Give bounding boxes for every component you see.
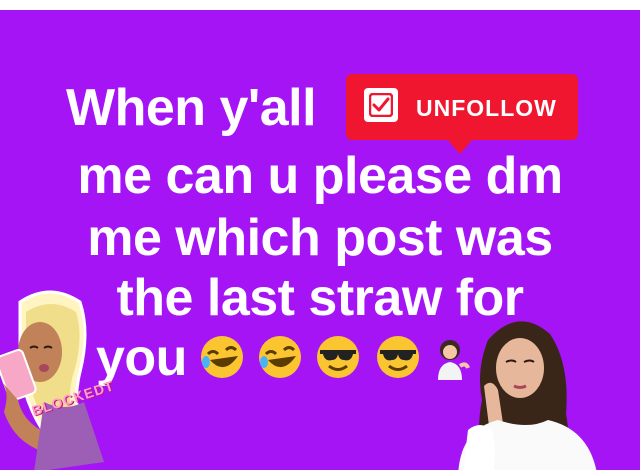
unfollow-label: UNFOLLOW bbox=[416, 95, 557, 121]
caption-line-2: me can u please dm bbox=[77, 147, 563, 205]
caption-line-1: When y'all bbox=[66, 79, 317, 137]
sunglasses-emoji-icon bbox=[317, 336, 359, 378]
sunglasses-emoji-icon bbox=[377, 336, 419, 378]
meme-canvas: When y'all UNFOLLOW me can u please dm m… bbox=[0, 10, 640, 470]
emoji-row bbox=[198, 332, 470, 387]
thinking-woman-photo bbox=[458, 321, 597, 470]
checkbox-icon bbox=[364, 88, 398, 122]
caption-line-3: me which post was bbox=[87, 209, 553, 267]
blonde-selfie-sticker bbox=[0, 290, 104, 470]
laughing-emoji-icon bbox=[201, 336, 243, 378]
unfollow-badge: UNFOLLOW bbox=[346, 74, 578, 154]
laughing-emoji-icon bbox=[259, 336, 301, 378]
